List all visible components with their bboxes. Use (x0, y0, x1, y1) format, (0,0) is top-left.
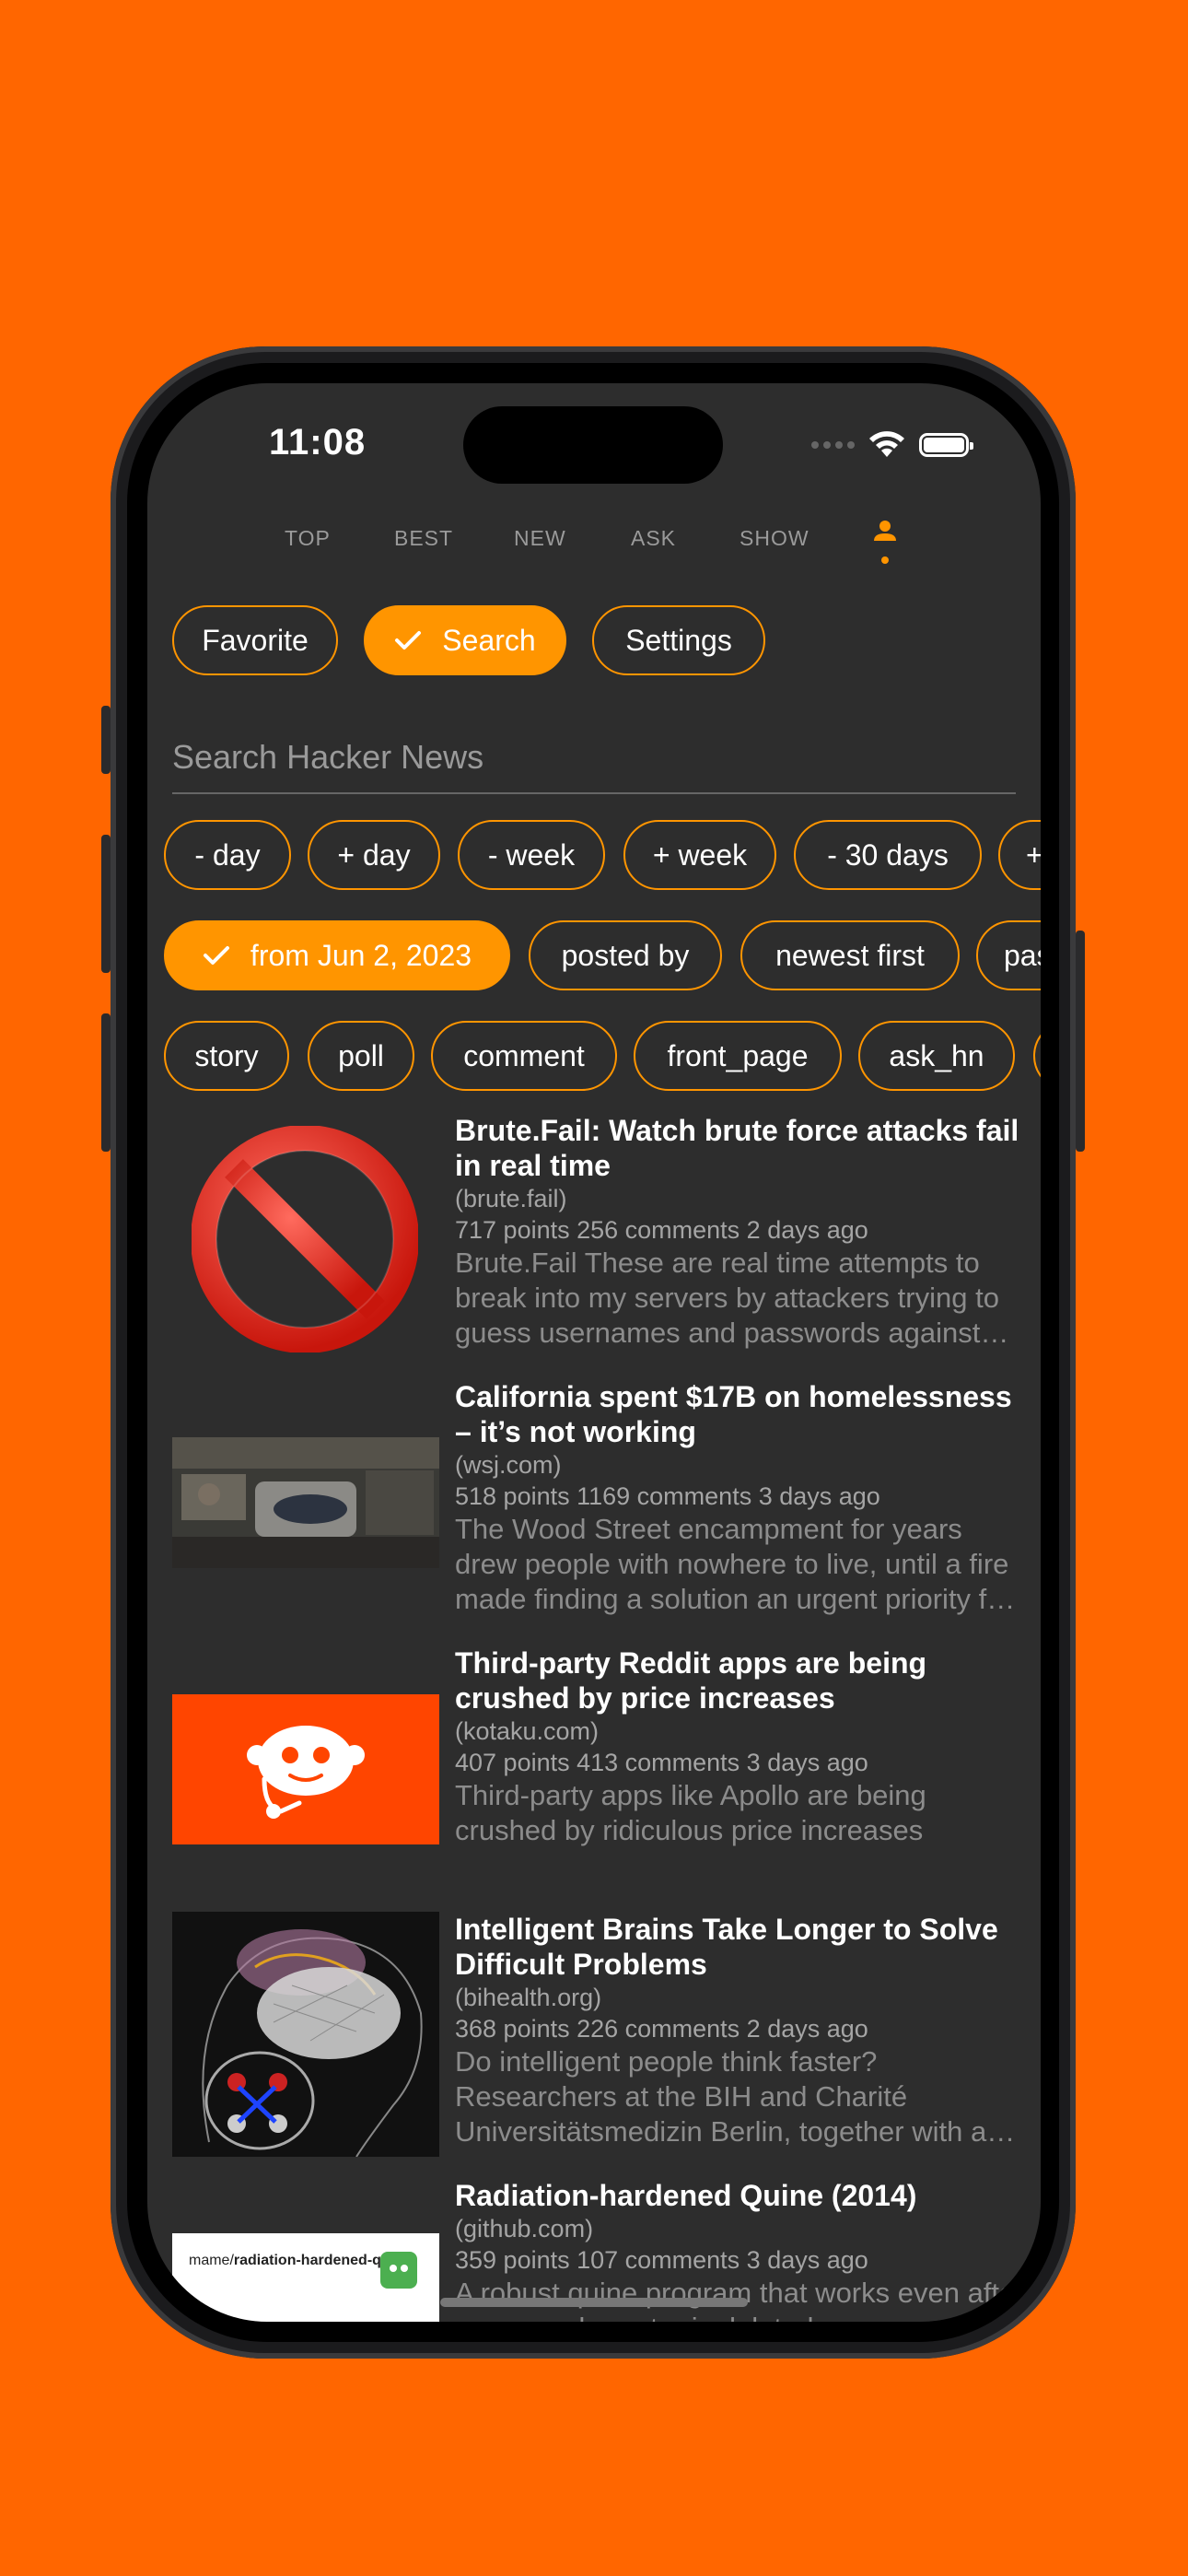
github-repo-preview: mame/radiation-hardened-quine (172, 2233, 439, 2322)
repo-owner-text: mame/ (189, 2253, 234, 2268)
story-snippet: Third-party apps like Apollo are being c… (455, 1779, 926, 1846)
story-meta: 368 points 226 comments 2 days ago (455, 2015, 868, 2043)
story-row[interactable]: Third-party Reddit apps are being crushe… (147, 1645, 1041, 1913)
profile-icon[interactable] (871, 519, 899, 574)
story-title: California spent $17B on homelessness – … (455, 1380, 1012, 1448)
story-title: Third-party Reddit apps are being crushe… (455, 1646, 927, 1715)
favorite-chip[interactable]: Favorite (172, 605, 338, 675)
status-icons (811, 431, 973, 459)
story-text: Brute.Fail: Watch brute force attacks fa… (455, 1113, 1026, 1351)
cellular-icon (811, 441, 855, 449)
chip-label: + 30 days (1026, 837, 1041, 872)
chip-label: + week (652, 837, 748, 872)
power-button (1076, 931, 1085, 1152)
chip-label: story (194, 1038, 259, 1072)
search-chip-label: Search (442, 623, 536, 657)
tab-ask[interactable]: ASK (631, 526, 676, 551)
tab-show[interactable]: SHOW (740, 526, 809, 551)
brain-network-image (172, 1912, 439, 2157)
search-chip[interactable]: Search (364, 605, 566, 675)
story-snippet: Do intelligent people think faster? Rese… (455, 2045, 987, 2148)
story-text: Third-party Reddit apps are being crushe… (455, 1645, 1026, 1848)
dynamic-island (463, 406, 723, 484)
volume-up-button (101, 835, 111, 973)
chip-label: front_page (667, 1038, 809, 1072)
filter-front-page[interactable]: front_page (634, 1021, 842, 1091)
filter-show-hn[interactable]: show_hn (1033, 1021, 1041, 1091)
filter-from-date[interactable]: from Jun 2, 2023 (164, 920, 510, 990)
filter-plus-30-days[interactable]: + 30 days (998, 820, 1041, 890)
filter-minus-30-days[interactable]: - 30 days (794, 820, 982, 890)
tab-new[interactable]: NEW (514, 526, 566, 551)
story-title: Brute.Fail: Watch brute force attacks fa… (455, 1114, 1019, 1182)
story-meta: 717 points 256 comments 2 days ago (455, 1216, 868, 1244)
filter-past[interactable]: past (976, 920, 1041, 990)
filter-plus-day[interactable]: + day (308, 820, 440, 890)
story-meta: 518 points 1169 comments 3 days ago (455, 1482, 880, 1510)
story-text: California spent $17B on homelessness – … (455, 1379, 1026, 1617)
story-text: Intelligent Brains Take Longer to Solve … (455, 1912, 1026, 2149)
filter-posted-by[interactable]: posted by (529, 920, 722, 990)
app-screen: 11:08 TOP BEST NEW ASK SHOW Favorite Sea… (147, 383, 1041, 2322)
filter-comment[interactable]: comment (431, 1021, 617, 1091)
tab-top[interactable]: TOP (285, 526, 331, 551)
action-button (101, 706, 111, 774)
prohibited-icon (192, 1126, 418, 1352)
story-domain: (bihealth.org) (455, 1984, 602, 2011)
filter-newest-first[interactable]: newest first (740, 920, 960, 990)
story-meta: 407 points 413 comments 3 days ago (455, 1749, 868, 1776)
story-title: Radiation-hardened Quine (2014) (455, 2179, 917, 2212)
chip-label: comment (463, 1038, 585, 1072)
chip-label: ask_hn (889, 1038, 984, 1072)
github-mascot-icon (380, 2252, 417, 2289)
search-field (172, 722, 1016, 794)
filter-ask-hn[interactable]: ask_hn (858, 1021, 1015, 1091)
chip-label: newest first (775, 938, 925, 972)
story-row[interactable]: Brute.Fail: Watch brute force attacks fa… (147, 1113, 1041, 1380)
filter-plus-week[interactable]: + week (623, 820, 776, 890)
search-input[interactable] (172, 722, 1016, 792)
story-domain: (github.com) (455, 2215, 594, 2242)
chip-label: + day (337, 837, 411, 872)
top-nav: TOP BEST NEW ASK SHOW (147, 521, 1041, 581)
checkmark-icon (203, 944, 230, 966)
story-meta: 359 points 107 comments 3 days ago (455, 2246, 868, 2274)
chip-label: past (1004, 938, 1041, 972)
story-snippet: The Wood Street encampment for years dre… (455, 1513, 1012, 1615)
chip-label: poll (338, 1038, 384, 1072)
filter-story[interactable]: story (164, 1021, 289, 1091)
story-domain: (kotaku.com) (455, 1717, 600, 1745)
chip-label: - day (194, 837, 261, 872)
wifi-icon (869, 431, 904, 457)
story-title: Intelligent Brains Take Longer to Solve … (455, 1913, 998, 1981)
chip-label: from Jun 2, 2023 (250, 938, 472, 972)
favorite-chip-label: Favorite (202, 623, 309, 657)
settings-chip-label: Settings (625, 623, 732, 657)
chip-label: posted by (561, 938, 690, 972)
filter-minus-day[interactable]: - day (164, 820, 291, 890)
status-time: 11:08 (269, 422, 367, 463)
homeless-encampment-photo (172, 1437, 439, 1568)
chip-label: - 30 days (827, 837, 949, 872)
story-row[interactable]: California spent $17B on homelessness – … (147, 1379, 1041, 1646)
story-domain: (brute.fail) (455, 1185, 567, 1212)
checkmark-icon (394, 629, 422, 651)
story-snippet: Brute.Fail These are real time attempts … (455, 1247, 999, 1349)
tab-best[interactable]: BEST (394, 526, 453, 551)
settings-chip[interactable]: Settings (592, 605, 765, 675)
chip-label: - week (487, 837, 576, 872)
story-domain: (wsj.com) (455, 1451, 562, 1479)
filter-poll[interactable]: poll (308, 1021, 414, 1091)
volume-down-button (101, 1013, 111, 1152)
filter-minus-week[interactable]: - week (458, 820, 605, 890)
story-row[interactable]: Intelligent Brains Take Longer to Solve … (147, 1912, 1041, 2179)
reddit-logo-image (172, 1694, 439, 1844)
battery-icon (919, 433, 973, 457)
home-indicator[interactable] (440, 2298, 748, 2307)
